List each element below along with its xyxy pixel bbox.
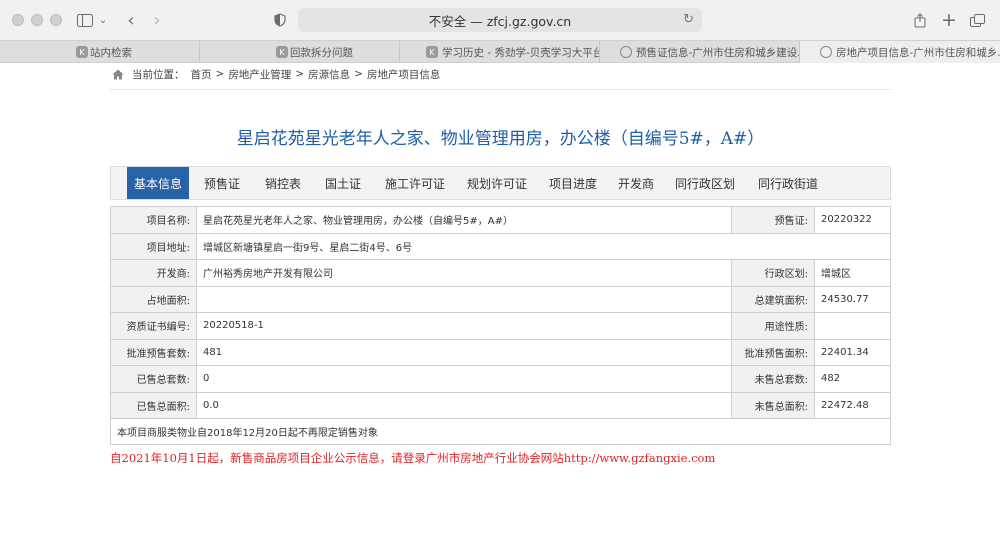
reload-icon[interactable]: ↻ [683, 12, 694, 27]
presale-label: 预售证: [731, 206, 815, 234]
close-window-button[interactable] [12, 14, 24, 26]
breadcrumb-housing-link[interactable]: 房源信息 [308, 67, 350, 82]
home-icon [112, 69, 124, 80]
table-row: 批准预售套数: 481 批准预售面积: 22401.34 [110, 338, 891, 366]
address-bar[interactable]: 不安全 — zfcj.gz.gov.cn ↻ [298, 8, 702, 32]
sold-units-label: 已售总套数: [110, 365, 197, 393]
approved-area-label: 批准预售面积: [731, 338, 815, 366]
divider [110, 89, 891, 90]
approved-units-label: 批准预售套数: [110, 338, 197, 366]
table-row: 开发商: 广州裕秀房地产开发有限公司 行政区划: 增城区 [110, 259, 891, 287]
unsold-area-value: 22472.48 [814, 391, 891, 419]
tab-bar: K 站内检索 K 回款拆分问题 K 学习历史 - 秀劲学-贝壳学习大平台 预售证… [0, 40, 1000, 63]
tab-label: 预售证信息-广州市住房和城乡建设... [636, 46, 800, 59]
table-row: 已售总套数: 0 未售总套数: 482 [110, 365, 891, 393]
address-text: 不安全 — zfcj.gz.gov.cn [428, 13, 572, 29]
tab-same-street[interactable]: 同行政街道 [745, 167, 831, 199]
tab-label: 房地产项目信息-广州市住房和城乡... [836, 46, 1000, 59]
tab-sales-control[interactable]: 销控表 [255, 167, 311, 199]
district-label: 行政区划: [731, 259, 815, 287]
tab-land-cert[interactable]: 国土证 [311, 167, 375, 199]
approved-area-value: 22401.34 [814, 338, 891, 366]
gross-area-label: 总建筑面积: [731, 285, 815, 313]
tab-label: 站内检索 [90, 46, 132, 59]
gross-area-value: 24530.77 [814, 285, 891, 313]
breadcrumb-real-estate-link[interactable]: 房地产业管理 [228, 67, 291, 82]
browser-tab-active[interactable]: 房地产项目信息-广州市住房和城乡... [800, 41, 1000, 63]
browser-tab[interactable]: 预售证信息-广州市住房和城乡建设... [600, 41, 800, 63]
breadcrumb-separator: > [354, 68, 363, 80]
sold-area-label: 已售总面积: [110, 391, 197, 419]
developer-label: 开发商: [110, 259, 197, 287]
approved-units-value: 481 [196, 338, 732, 366]
tab-favicon-icon: K [276, 46, 288, 58]
district-value: 增城区 [814, 259, 891, 287]
table-row: 资质证书编号: 20220518-1 用途性质: [110, 312, 891, 340]
browser-toolbar: ⌄ ‹ › 不安全 — zfcj.gz.gov.cn ↻ + [0, 0, 1000, 40]
chevron-down-icon[interactable]: ⌄ [97, 8, 109, 32]
sold-units-value: 0 [196, 365, 732, 393]
tab-label: 学习历史 - 秀劲学-贝壳学习大平台 [442, 46, 600, 59]
usage-label: 用途性质: [731, 312, 815, 340]
table-row: 项目名称: 星启花苑星光老年人之家、物业管理用房，办公楼（自编号5#，A#） 预… [110, 206, 891, 234]
zoom-window-button[interactable] [50, 14, 62, 26]
tab-favicon-icon: K [76, 46, 88, 58]
tab-same-district[interactable]: 同行政区划 [665, 167, 745, 199]
table-row: 已售总面积: 0.0 未售总面积: 22472.48 [110, 391, 891, 419]
breadcrumb-project-link[interactable]: 房地产项目信息 [367, 67, 441, 82]
presale-value: 20220322 [814, 206, 891, 234]
project-info-table: 项目名称: 星启花苑星光老年人之家、物业管理用房，办公楼（自编号5#，A#） 预… [110, 206, 891, 445]
table-row: 本项目商服类物业自2018年12月20日起不再限定销售对象 [110, 418, 891, 445]
tab-basic-info[interactable]: 基本信息 [127, 167, 189, 199]
browser-tab[interactable]: K 站内检索 [0, 41, 200, 63]
privacy-shield-icon[interactable] [272, 8, 288, 32]
table-row: 占地面积: 总建筑面积: 24530.77 [110, 285, 891, 313]
unsold-units-label: 未售总套数: [731, 365, 815, 393]
developer-value: 广州裕秀房地产开发有限公司 [196, 259, 732, 287]
unsold-area-label: 未售总面积: [731, 391, 815, 419]
sold-area-value: 0.0 [196, 391, 732, 419]
browser-tab[interactable]: K 学习历史 - 秀劲学-贝壳学习大平台 [400, 41, 600, 63]
table-row: 项目地址: 增城区新塘镇星启一街9号、星启二街4号、6号 [110, 232, 891, 260]
new-tab-icon[interactable]: + [941, 8, 957, 32]
project-note: 本项目商服类物业自2018年12月20日起不再限定销售对象 [110, 418, 891, 445]
minimize-window-button[interactable] [31, 14, 43, 26]
breadcrumb-separator: > [215, 68, 225, 80]
back-button[interactable]: ‹ [123, 8, 139, 32]
tab-favicon-icon: K [426, 46, 438, 58]
breadcrumb-separator: > [295, 68, 305, 80]
tab-developer[interactable]: 开发商 [607, 167, 665, 199]
page-title: 星启花苑星光老年人之家、物业管理用房，办公楼（自编号5#，A#） [236, 129, 765, 149]
project-name-label: 项目名称: [110, 206, 197, 234]
address-label: 项目地址: [110, 232, 197, 260]
cert-no-value: 20220518-1 [196, 312, 732, 340]
unsold-units-value: 482 [814, 365, 891, 393]
address-value: 增城区新塘镇星启一街9号、星启二街4号、6号 [196, 232, 891, 260]
tab-planning-permit[interactable]: 规划许可证 [455, 167, 539, 199]
browser-tab[interactable]: K 回款拆分问题 [200, 41, 400, 63]
tab-label: 回款拆分问题 [290, 46, 353, 59]
globe-icon [620, 46, 632, 58]
tab-construction-permit[interactable]: 施工许可证 [375, 167, 455, 199]
tab-progress[interactable]: 项目进度 [539, 167, 607, 199]
cert-no-label: 资质证书编号: [110, 312, 197, 340]
globe-icon [820, 46, 832, 58]
land-area-value [196, 285, 732, 313]
project-name-value: 星启花苑星光老年人之家、物业管理用房，办公楼（自编号5#，A#） [196, 206, 732, 234]
breadcrumb: 当前位置： 首页 > 房地产业管理 > 房源信息 > 房地产项目信息 [112, 66, 440, 82]
breadcrumb-home-link[interactable]: 首页 [191, 67, 212, 82]
share-icon[interactable] [912, 8, 928, 32]
usage-value [814, 312, 891, 340]
sidebar-toggle-icon[interactable] [74, 8, 96, 32]
forward-button[interactable]: › [149, 8, 165, 32]
tab-presale-cert[interactable]: 预售证 [189, 167, 255, 199]
breadcrumb-prefix: 当前位置： [132, 68, 185, 81]
tab-overview-icon[interactable] [968, 8, 986, 32]
red-notice: 自2021年10月1日起，新售商品房项目企业公示信息，请登录广州市房地产行业协会… [110, 451, 716, 465]
info-tabs: 基本信息 预售证 销控表 国土证 施工许可证 规划许可证 项目进度 开发商 同行… [110, 166, 891, 200]
land-area-label: 占地面积: [110, 285, 197, 313]
